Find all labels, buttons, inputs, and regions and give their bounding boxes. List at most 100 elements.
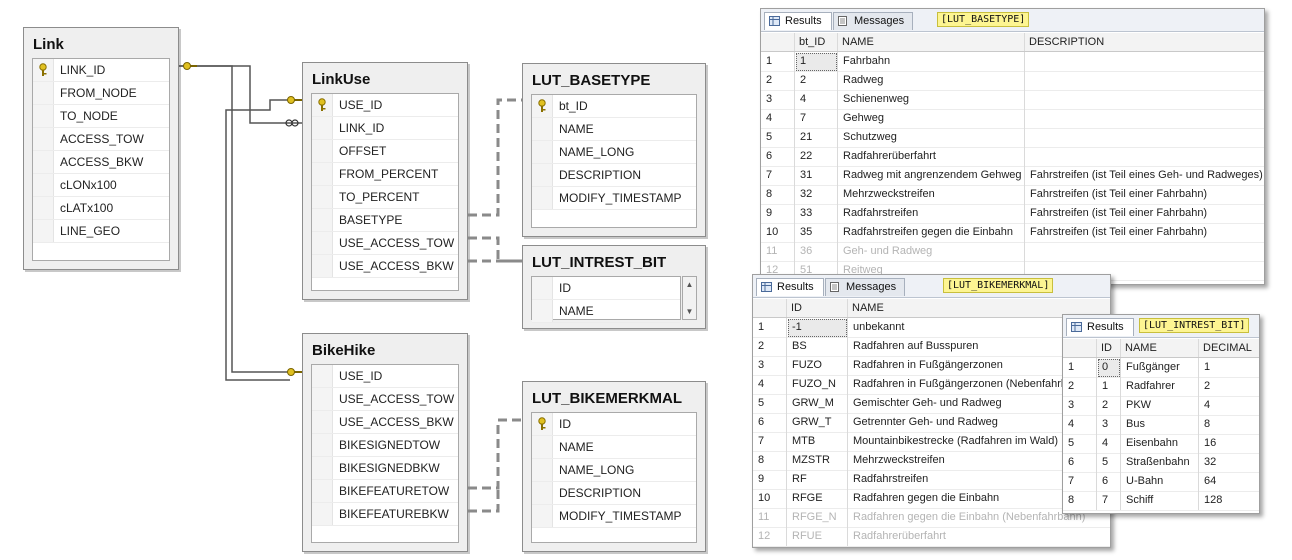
grid-cell[interactable]: Fahrstreifen (ist Teil eines Geh- und Ra… xyxy=(1030,169,1263,181)
table-row[interactable]: 1 0 Fußgänger 1 xyxy=(1063,358,1259,378)
grid-cell[interactable]: 0 xyxy=(1102,361,1108,373)
grid-cell[interactable]: Schienenweg xyxy=(843,93,909,105)
table-row[interactable]: 5 21 Schutzweg xyxy=(761,128,1264,148)
grid-cell[interactable]: 7 xyxy=(800,112,806,124)
grid-cell[interactable]: Mountainbikestrecke (Radfahren im Wald) xyxy=(853,435,1058,447)
column-header[interactable]: NAME xyxy=(852,302,884,314)
grid-cell[interactable]: 4 xyxy=(800,93,806,105)
results-panel-basetype[interactable]: Results Messages [LUT_BASETYPE] bt_ID NAM… xyxy=(760,8,1265,285)
grid-cell[interactable]: FUZO xyxy=(792,359,822,371)
table-row[interactable]: 6 22 Radfahrerüberfahrt xyxy=(761,147,1264,167)
relationship-link-bikehike[interactable] xyxy=(179,65,302,373)
grid-cell[interactable]: RFGE_N xyxy=(792,511,837,523)
grid-cell[interactable]: 8 xyxy=(1204,418,1210,430)
tab-messages[interactable]: Messages xyxy=(833,12,913,30)
grid-cell[interactable]: GRW_T xyxy=(792,416,832,428)
grid-cell[interactable]: 1 xyxy=(1204,361,1210,373)
grid-cell[interactable]: -1 xyxy=(792,321,802,333)
column-header[interactable]: DESCRIPTION xyxy=(1029,36,1104,48)
grid-cell[interactable]: RFUE xyxy=(792,530,822,542)
grid-cell[interactable]: Geh- und Radweg xyxy=(843,245,932,257)
relationship-link-linkuse[interactable] xyxy=(179,65,302,124)
table-row[interactable]: 9 33 Radfahrstreifen Fahrstreifen (ist Teil… xyxy=(761,204,1264,224)
table-row[interactable]: 3 FUZO Radfahren in Fußgängerzonen xyxy=(753,356,1110,376)
grid-cell[interactable]: RFGE xyxy=(792,492,823,504)
grid-cell[interactable]: Radfahrer xyxy=(1126,380,1175,392)
grid-cell[interactable]: GRW_M xyxy=(792,397,834,409)
table-row[interactable]: 8 7 Schiff 128 xyxy=(1063,491,1259,511)
grid-cell[interactable]: Schutzweg xyxy=(843,131,897,143)
table-row[interactable]: 4 7 Gehweg xyxy=(761,109,1264,129)
grid-cell[interactable]: U-Bahn xyxy=(1126,475,1163,487)
grid-cell[interactable]: Radfahrstreifen xyxy=(853,473,928,485)
table-row[interactable]: 10 RFGE Radfahren gegen die Einbahn xyxy=(753,489,1110,509)
table-row[interactable]: 1 -1 unbekannt xyxy=(753,318,1110,338)
grid-cell[interactable]: unbekannt xyxy=(853,321,904,333)
table-row[interactable]: 3 4 Schienenweg xyxy=(761,90,1264,110)
grid-cell[interactable]: 6 xyxy=(1102,475,1108,487)
grid-cell[interactable]: Fahrbahn xyxy=(843,55,890,67)
grid-cell[interactable]: 64 xyxy=(1204,475,1216,487)
grid-cell[interactable]: Radfahrerüberfahrt xyxy=(853,530,946,542)
grid-cell[interactable]: Radfahren in Fußgängerzonen (Nebenfahrb xyxy=(853,378,1067,390)
grid-cell[interactable]: 31 xyxy=(800,169,812,181)
grid-cell[interactable]: Radfahren auf Busspuren xyxy=(853,340,978,352)
grid-cell[interactable]: Bus xyxy=(1126,418,1145,430)
grid-cell[interactable]: 2 xyxy=(1102,399,1108,411)
table-row[interactable]: 2 BS Radfahren auf Busspuren xyxy=(753,337,1110,357)
grid-cell[interactable]: 21 xyxy=(800,131,812,143)
grid-cell[interactable]: Radfahrstreifen xyxy=(843,207,918,219)
grid-cell[interactable]: 16 xyxy=(1204,437,1216,449)
column-header[interactable]: NAME xyxy=(842,36,874,48)
grid-cell[interactable]: Straßenbahn xyxy=(1126,456,1190,468)
table-row[interactable]: 4 FUZO_N Radfahren in Fußgängerzonen (Nebe… xyxy=(753,375,1110,395)
grid-cell[interactable]: 1 xyxy=(1102,380,1108,392)
table-row[interactable]: 11 36 Geh- und Radweg xyxy=(761,242,1264,262)
grid-cell[interactable]: 36 xyxy=(800,245,812,257)
table-row[interactable]: 12 RFUE Radfahrerüberfahrt xyxy=(753,527,1110,547)
tab-results[interactable]: Results xyxy=(1066,318,1134,336)
table-row[interactable]: 11 RFGE_N Radfahren gegen die Einbahn (Neb… xyxy=(753,508,1110,528)
grid-cell[interactable]: MZSTR xyxy=(792,454,830,466)
grid-cell[interactable]: MTB xyxy=(792,435,815,447)
grid-cell[interactable]: PKW xyxy=(1126,399,1151,411)
tab-messages[interactable]: Messages xyxy=(825,278,905,296)
table-row[interactable]: 1 1 Fahrbahn xyxy=(761,52,1264,72)
column-header[interactable]: ID xyxy=(1101,342,1112,354)
grid-cell[interactable]: Schiff xyxy=(1126,494,1153,506)
grid-cell[interactable]: RF xyxy=(792,473,807,485)
tab-results[interactable]: Results xyxy=(756,278,824,296)
grid-cell[interactable]: 4 xyxy=(1102,437,1108,449)
column-header[interactable]: ID xyxy=(791,302,802,314)
table-row[interactable]: 7 MTB Mountainbikestrecke (Radfahren im Wa… xyxy=(753,432,1110,452)
column-header[interactable]: bt_ID xyxy=(799,36,825,48)
table-row[interactable]: 6 5 Straßenbahn 32 xyxy=(1063,453,1259,473)
table-row[interactable]: 4 3 Bus 8 xyxy=(1063,415,1259,435)
relationship-basetype[interactable] xyxy=(468,98,522,217)
grid-cell[interactable]: Fußgänger xyxy=(1126,361,1180,373)
grid-cell[interactable]: 33 xyxy=(800,207,812,219)
grid-cell[interactable]: Gehweg xyxy=(843,112,884,124)
grid-cell[interactable]: 128 xyxy=(1204,494,1222,506)
grid-cell[interactable]: BS xyxy=(792,340,807,352)
grid-cell[interactable]: Radfahren in Fußgängerzonen xyxy=(853,359,1003,371)
table-row[interactable]: 5 GRW_M Gemischter Geh- und Radweg xyxy=(753,394,1110,414)
table-row[interactable]: 8 32 Mehrzweckstreifen Fahrstreifen (ist Te… xyxy=(761,185,1264,205)
table-row[interactable]: 2 1 Radfahrer 2 xyxy=(1063,377,1259,397)
grid-cell[interactable]: 5 xyxy=(1102,456,1108,468)
grid-cell[interactable]: 1 xyxy=(800,55,806,67)
relationship-access-tow[interactable] xyxy=(468,236,522,263)
grid-cell[interactable]: 32 xyxy=(1204,456,1216,468)
column-header[interactable]: DECIMAL xyxy=(1203,342,1252,354)
relationship-linkuse-bikehike[interactable] xyxy=(225,99,302,381)
grid-cell[interactable]: Radfahrstreifen gegen die Einbahn xyxy=(843,226,1013,238)
grid-cell[interactable]: 7 xyxy=(1102,494,1108,506)
grid-cell[interactable]: 4 xyxy=(1204,399,1210,411)
grid-cell[interactable]: Gemischter Geh- und Radweg xyxy=(853,397,1002,409)
table-row[interactable]: 9 RF Radfahrstreifen xyxy=(753,470,1110,490)
grid-cell[interactable]: 32 xyxy=(800,188,812,200)
grid-cell[interactable]: Fahrstreifen (ist Teil einer Fahrbahn) xyxy=(1030,226,1207,238)
table-row[interactable]: 3 2 PKW 4 xyxy=(1063,396,1259,416)
tab-results[interactable]: Results xyxy=(764,12,832,30)
results-panel-intrest-bit[interactable]: Results [LUT_INTREST_BIT] ID NAME DECIMAL 1… xyxy=(1062,314,1260,514)
